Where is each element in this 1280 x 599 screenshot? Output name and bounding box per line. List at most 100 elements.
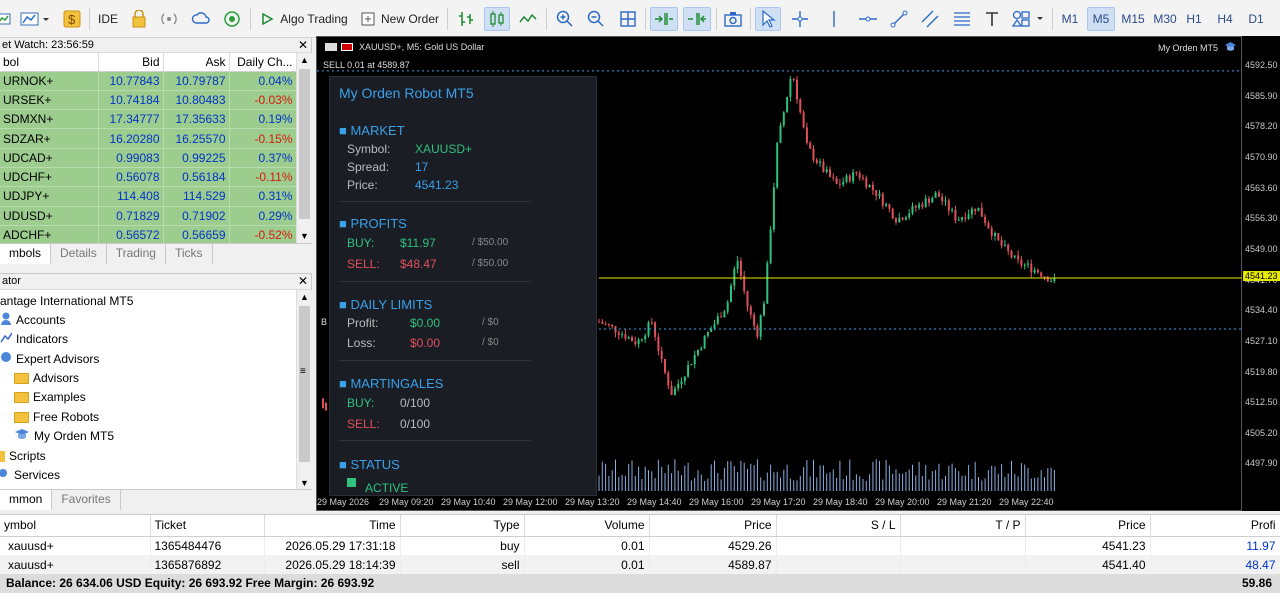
mart-sell-label: SELL:	[347, 417, 380, 431]
timeframe-m5[interactable]: M5	[1087, 7, 1115, 31]
timeframe-h1[interactable]: H1	[1182, 7, 1206, 31]
tab-details[interactable]: Details	[51, 244, 107, 264]
market-watch-row[interactable]: ADCHF+ 0.56572 0.56659 -0.52%	[0, 225, 297, 246]
lock-icon[interactable]	[128, 7, 150, 31]
vertical-line-icon[interactable]	[822, 7, 846, 31]
col-9[interactable]: Profi	[1150, 515, 1280, 537]
candle-body	[756, 325, 759, 337]
line-chart-icon[interactable]	[516, 7, 540, 31]
nav-item-services[interactable]: Services	[0, 466, 60, 484]
new-order-button[interactable]: New Order	[358, 7, 442, 31]
col-symbol[interactable]: bol	[0, 53, 99, 72]
new-chart-icon[interactable]	[0, 7, 14, 31]
timeframe-m30[interactable]: M30	[1150, 7, 1180, 31]
col-5[interactable]: Price	[649, 515, 777, 537]
zoom-out-icon[interactable]	[584, 7, 608, 31]
col-1[interactable]: Ticket	[150, 515, 265, 537]
col-4[interactable]: Volume	[524, 515, 650, 537]
candle-body	[977, 207, 980, 212]
scroll-up-icon[interactable]: ▲	[300, 55, 309, 65]
candle-body	[957, 219, 960, 221]
chart-shift-icon[interactable]	[683, 7, 711, 31]
scroll-up-icon[interactable]: ▲	[300, 292, 309, 302]
market-watch-row[interactable]: SDZAR+ 16.20280 16.25570 -0.15%	[0, 128, 297, 149]
scroll-down-icon[interactable]: ▼	[300, 231, 309, 241]
tab-favorites[interactable]: Favorites	[52, 490, 121, 510]
screenshot-icon[interactable]	[721, 7, 745, 31]
horizontal-line-icon[interactable]	[856, 7, 880, 31]
cursor-icon[interactable]	[755, 7, 781, 31]
nav-item-accounts[interactable]: Accounts	[0, 311, 65, 329]
close-icon[interactable]: ✕	[298, 274, 308, 288]
time-tick: 29 May 2026	[317, 497, 369, 507]
auto-scroll-icon[interactable]	[650, 7, 678, 31]
nav-item-label: Services	[14, 468, 61, 482]
market-watch-row[interactable]: SDMXN+ 17.34777 17.35633 0.19%	[0, 109, 297, 130]
buy-marker-label: B	[321, 317, 328, 327]
crosshair-icon[interactable]	[788, 7, 812, 31]
nav-item-examples[interactable]: Examples	[14, 388, 86, 406]
cloud-icon[interactable]	[189, 7, 213, 31]
candle-body	[987, 222, 990, 229]
candle-body	[835, 178, 838, 184]
tab-common[interactable]: mmon	[0, 490, 53, 510]
nav-item-advisors[interactable]: Advisors	[14, 369, 79, 387]
ide-button[interactable]: IDE	[94, 7, 122, 31]
col-8[interactable]: Price	[1025, 515, 1151, 537]
tile-windows-icon[interactable]	[616, 7, 640, 31]
market-watch-icon[interactable]: $	[61, 7, 83, 31]
timeframe-d1[interactable]: D1	[1244, 7, 1268, 31]
vps-icon[interactable]	[221, 7, 245, 31]
shapes-icon[interactable]	[1009, 7, 1047, 31]
trendline-icon[interactable]	[887, 7, 911, 31]
timeframe-m1[interactable]: M1	[1056, 7, 1084, 31]
row-symbol: URSEK+	[0, 90, 99, 111]
signal-icon[interactable]	[158, 7, 180, 31]
candle-body	[921, 204, 924, 207]
market-watch-scrollbar[interactable]: ▲ ▼	[296, 53, 312, 243]
market-watch-row[interactable]: URNOK+ 10.77843 10.79787 0.04%	[0, 71, 297, 91]
channel-icon[interactable]	[918, 7, 942, 31]
fibonacci-icon[interactable]	[950, 7, 974, 31]
market-watch-row[interactable]: UDUSD+ 0.71829 0.71902 0.29%	[0, 206, 297, 226]
nav-item-indicators[interactable]: Indicators	[0, 330, 68, 348]
nav-item-broker[interactable]: antage International MT5	[0, 292, 133, 310]
expert-label[interactable]: My Orden MT5	[1158, 41, 1237, 54]
market-watch-row[interactable]: URSEK+ 10.74184 10.80483 -0.03%	[0, 90, 297, 111]
nav-item-expert-advisors[interactable]: Expert Advisors	[0, 350, 99, 368]
nav-item-scripts[interactable]: Scripts	[0, 447, 46, 465]
col-6[interactable]: S / L	[776, 515, 901, 537]
col-ask[interactable]: Ask	[163, 53, 230, 72]
tab-trading[interactable]: Trading	[107, 244, 166, 264]
market-watch-row[interactable]: UDJPY+ 114.408 114.529 0.31%	[0, 186, 297, 207]
price-tick: 4549.00	[1245, 243, 1278, 254]
position-cell: 2026.05.29 18:14:39	[264, 555, 401, 574]
col-2[interactable]: Time	[264, 515, 401, 537]
zoom-in-icon[interactable]	[553, 7, 577, 31]
col-7[interactable]: T / P	[900, 515, 1026, 537]
nav-item-free-robots[interactable]: Free Robots	[14, 408, 99, 426]
candle-body	[1017, 255, 1020, 260]
candlestick-icon[interactable]	[484, 7, 510, 31]
position-row[interactable]: xauusd+ 1365876892 2026.05.29 18:14:39 sell…	[0, 555, 1280, 574]
chart-profiles-icon[interactable]	[18, 7, 52, 31]
bar-chart-icon[interactable]	[454, 7, 478, 31]
position-row[interactable]: xauusd+ 1365484476 2026.05.29 17:31:18 buy 0…	[0, 536, 1280, 555]
timeframe-m15[interactable]: M15	[1118, 7, 1148, 31]
col-0[interactable]: ymbol	[0, 515, 151, 537]
new-order-label: New Order	[380, 12, 439, 26]
tab-symbols[interactable]: mbols	[0, 244, 52, 264]
text-tool-icon[interactable]	[981, 7, 1003, 31]
tab-ticks[interactable]: Ticks	[166, 244, 213, 264]
algo-trading-button[interactable]: Algo Trading	[255, 7, 353, 31]
close-icon[interactable]: ✕	[298, 38, 308, 52]
col-bid[interactable]: Bid	[98, 53, 164, 72]
col-daily-change[interactable]: Daily Ch...	[229, 53, 297, 72]
scroll-down-icon[interactable]: ▼	[300, 478, 309, 488]
market-watch-row[interactable]: UDCHF+ 0.56078 0.56184 -0.11%	[0, 167, 297, 188]
col-3[interactable]: Type	[400, 515, 525, 537]
navigator-scrollbar[interactable]: ▲ ≡ ▼	[296, 290, 312, 490]
timeframe-h4[interactable]: H4	[1213, 7, 1237, 31]
nav-item-my-orden-mt5[interactable]: My Orden MT5	[14, 427, 114, 445]
market-watch-row[interactable]: UDCAD+ 0.99083 0.99225 0.37%	[0, 148, 297, 168]
